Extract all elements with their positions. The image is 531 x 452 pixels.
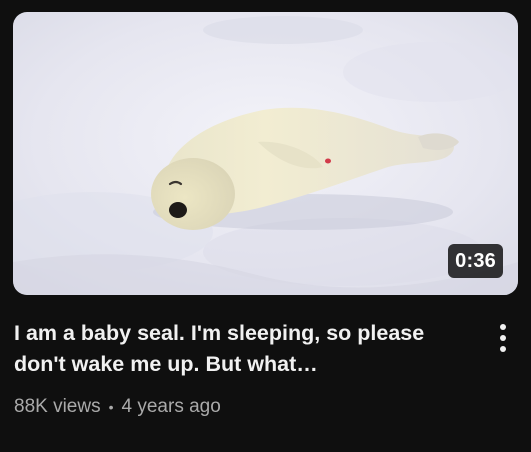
menu-dot (500, 335, 506, 341)
video-thumbnail[interactable]: 0:36 (13, 12, 518, 295)
view-count: 88K views (14, 396, 101, 417)
duration-badge: 0:36 (448, 244, 503, 278)
menu-dot (500, 346, 506, 352)
video-details: I am a baby seal. I'm sleeping, so pleas… (14, 318, 464, 418)
upload-age: 4 years ago (121, 396, 221, 417)
separator-dot: • (108, 399, 114, 415)
video-title[interactable]: I am a baby seal. I'm sleeping, so pleas… (14, 318, 464, 380)
more-vert-icon[interactable] (490, 318, 516, 358)
menu-dot (500, 324, 506, 330)
video-stats: 88K views • 4 years ago (14, 396, 464, 418)
baby-seal-image (13, 12, 518, 295)
video-card: 0:36 I am a baby seal. I'm sleeping, so … (0, 0, 531, 452)
